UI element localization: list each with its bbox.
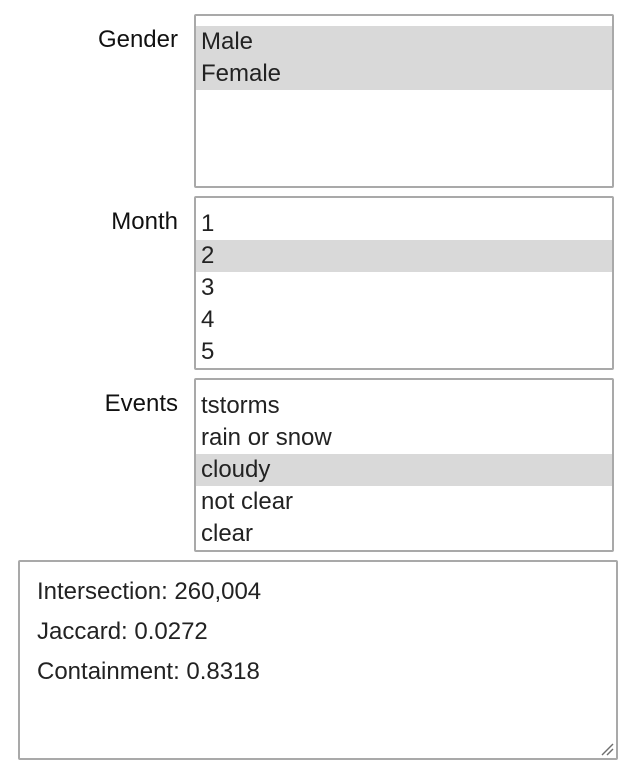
gender-listbox[interactable]: Male Female — [194, 14, 614, 188]
events-option-cloudy[interactable]: cloudy — [196, 454, 612, 486]
gender-option-female[interactable]: Female — [196, 58, 612, 90]
events-option-rain-or-snow[interactable]: rain or snow — [196, 422, 612, 454]
month-option-3[interactable]: 3 — [196, 272, 612, 304]
events-option-clear[interactable]: clear — [196, 518, 612, 550]
resize-grip-icon[interactable] — [600, 742, 614, 756]
month-option-1[interactable]: 1 — [196, 208, 612, 240]
month-listbox[interactable]: 1 2 3 4 5 — [194, 196, 614, 370]
jaccard-stat: Jaccard: 0.0272 — [37, 618, 208, 645]
events-listbox[interactable]: tstorms rain or snow cloudy not clear cl… — [194, 378, 614, 552]
intersection-stat: Intersection: 260,004 — [37, 578, 262, 605]
events-option-not-clear[interactable]: not clear — [196, 486, 612, 518]
month-option-4[interactable]: 4 — [196, 304, 612, 336]
gender-option-male[interactable]: Male — [196, 26, 612, 58]
month-label: Month — [111, 208, 178, 235]
month-option-2[interactable]: 2 — [196, 240, 612, 272]
events-label: Events — [104, 390, 178, 417]
containment-stat: Containment: 0.8318 — [37, 658, 260, 685]
results-textarea[interactable]: Intersection: 260,004 Jaccard: 0.0272 Co… — [18, 560, 618, 760]
events-option-tstorms[interactable]: tstorms — [196, 390, 612, 422]
month-option-5[interactable]: 5 — [196, 336, 612, 368]
gender-label: Gender — [97, 26, 178, 53]
